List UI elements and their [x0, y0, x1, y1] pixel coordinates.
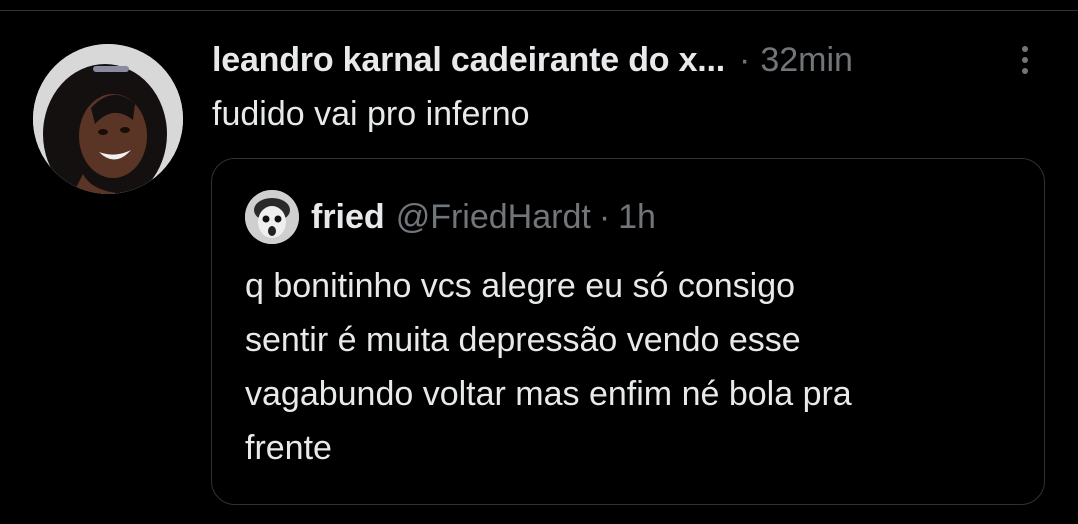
header-separator: ·: [739, 40, 751, 79]
quoted-tweet-header: fried @FriedHardt · 1h: [245, 190, 656, 244]
quoted-tweet-timestamp[interactable]: 1h: [618, 198, 656, 237]
tweet-timestamp[interactable]: 32min: [760, 41, 853, 80]
quoted-author-avatar: [245, 190, 299, 244]
quoted-avatar-photo-icon: [245, 190, 299, 244]
quoted-tweet-text-line: q bonitinho vcs alegre eu só consigo: [245, 267, 796, 305]
tweet-header: leandro karnal cadeirante do x... · 32mi…: [212, 38, 1032, 82]
more-vertical-icon-dot: [1022, 68, 1028, 74]
more-vertical-icon-dot: [1022, 46, 1028, 52]
more-vertical-icon-dot: [1022, 57, 1028, 63]
quoted-tweet-card[interactable]: fried @FriedHardt · 1h q bonitinho vcs a…: [211, 158, 1045, 505]
quoted-tweet-text: q bonitinho vcs alegre eu só consigo sen…: [245, 259, 965, 475]
quoted-header-separator: ·: [598, 197, 611, 236]
avatar-photo-icon: [33, 44, 183, 194]
quoted-author-handle[interactable]: @FriedHardt: [396, 198, 591, 237]
quoted-author-display-name[interactable]: fried: [311, 198, 385, 237]
quoted-tweet-text-line: frente: [245, 429, 332, 467]
author-display-name[interactable]: leandro karnal cadeirante do x...: [212, 41, 725, 80]
more-options-button[interactable]: [1013, 41, 1037, 79]
tweet-text: fudido vai pro inferno: [212, 95, 530, 133]
quoted-tweet-text-line: vagabundo voltar mas enfim né bola pra: [245, 375, 852, 413]
quoted-tweet-text-line: sentir é muita depressão vendo esse: [245, 321, 801, 359]
author-avatar[interactable]: [33, 44, 183, 194]
top-divider: [0, 10, 1078, 11]
